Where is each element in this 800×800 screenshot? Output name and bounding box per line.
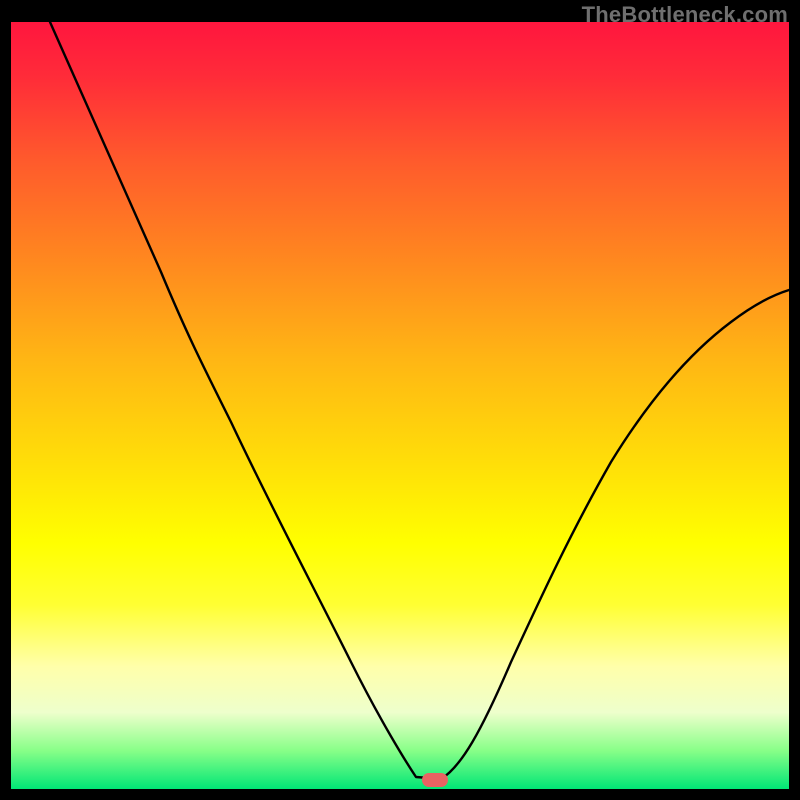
chart-frame: TheBottleneck.com [0, 0, 800, 800]
min-marker [422, 773, 448, 787]
curve-path [50, 22, 789, 779]
watermark-text: TheBottleneck.com [582, 2, 788, 28]
plot-area [11, 22, 789, 789]
bottleneck-curve [11, 22, 789, 789]
